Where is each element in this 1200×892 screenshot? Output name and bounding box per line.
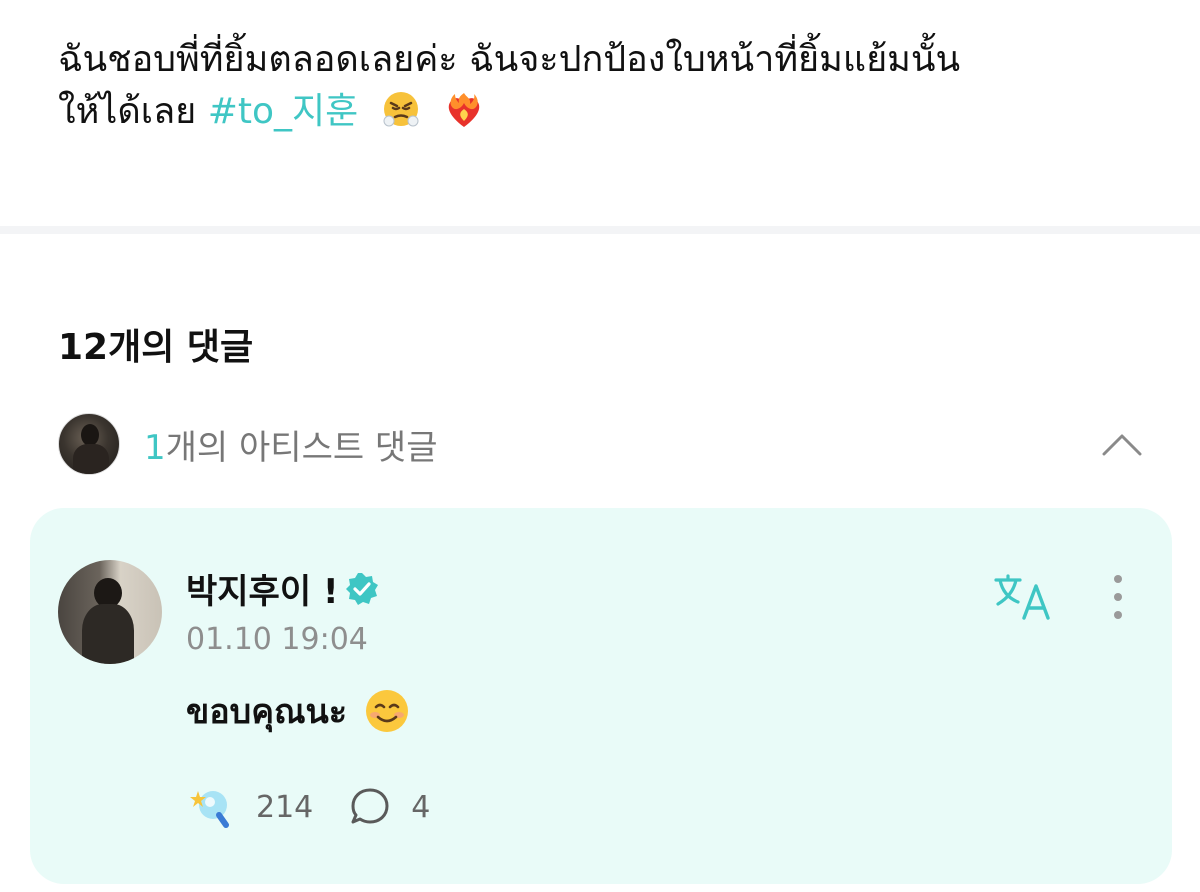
post-text-continuation: ให้ได้เลย — [58, 91, 197, 132]
artist-comment-summary: 1개의 아티스트 댓글 — [144, 420, 438, 469]
comment-timestamp: 01.10 19:04 — [186, 622, 368, 657]
translate-icon[interactable] — [992, 572, 1054, 622]
hashtag-link[interactable]: #to_지훈 — [208, 91, 359, 132]
comment-text-content: ขอบคุณนะ — [186, 692, 348, 732]
comment-count-heading: 12개의 댓글 — [58, 327, 254, 368]
post-text-line-2: ให้ได้เลย #to_지훈 — [58, 86, 1158, 138]
artist-avatar-small — [58, 413, 120, 475]
artist-comments-toggle[interactable]: 1개의 아티스트 댓글 — [58, 413, 1148, 475]
artist-comment-label: 개의 아티스트 댓글 — [165, 427, 438, 468]
steam-from-nose-emoji — [383, 92, 419, 127]
like-icon[interactable] — [186, 783, 234, 831]
artist-avatar[interactable] — [58, 560, 162, 664]
author-name: 박지후이 ! — [186, 572, 339, 612]
artist-comment-card: 박지후이 ! 01.10 19:04 ขอบคุณนะ 214 4 — [30, 508, 1172, 884]
post-body: ฉันชอบพี่ที่ยิ้มตลอดเลยค่ะ ฉันจะปกป้องใบ… — [58, 34, 1158, 138]
verified-badge-icon — [346, 572, 379, 605]
reply-bubble-icon[interactable] — [349, 786, 391, 828]
comment-text: ขอบคุณนะ — [186, 684, 411, 738]
more-vertical-icon[interactable] — [1106, 572, 1130, 622]
chevron-up-icon[interactable] — [1102, 424, 1142, 464]
heart-on-fire-emoji — [448, 93, 480, 127]
smiling-face-emoji — [366, 690, 409, 732]
post-text-line-1: ฉันชอบพี่ที่ยิ้มตลอดเลยค่ะ ฉันจะปกป้องใบ… — [58, 39, 961, 80]
artist-comment-count: 1 — [144, 427, 166, 468]
comment-author[interactable]: 박지후이 ! — [186, 564, 380, 613]
section-divider — [0, 226, 1200, 234]
comment-reactions: 214 4 — [186, 784, 430, 830]
like-count: 214 — [256, 789, 314, 825]
reply-count: 4 — [411, 789, 431, 825]
